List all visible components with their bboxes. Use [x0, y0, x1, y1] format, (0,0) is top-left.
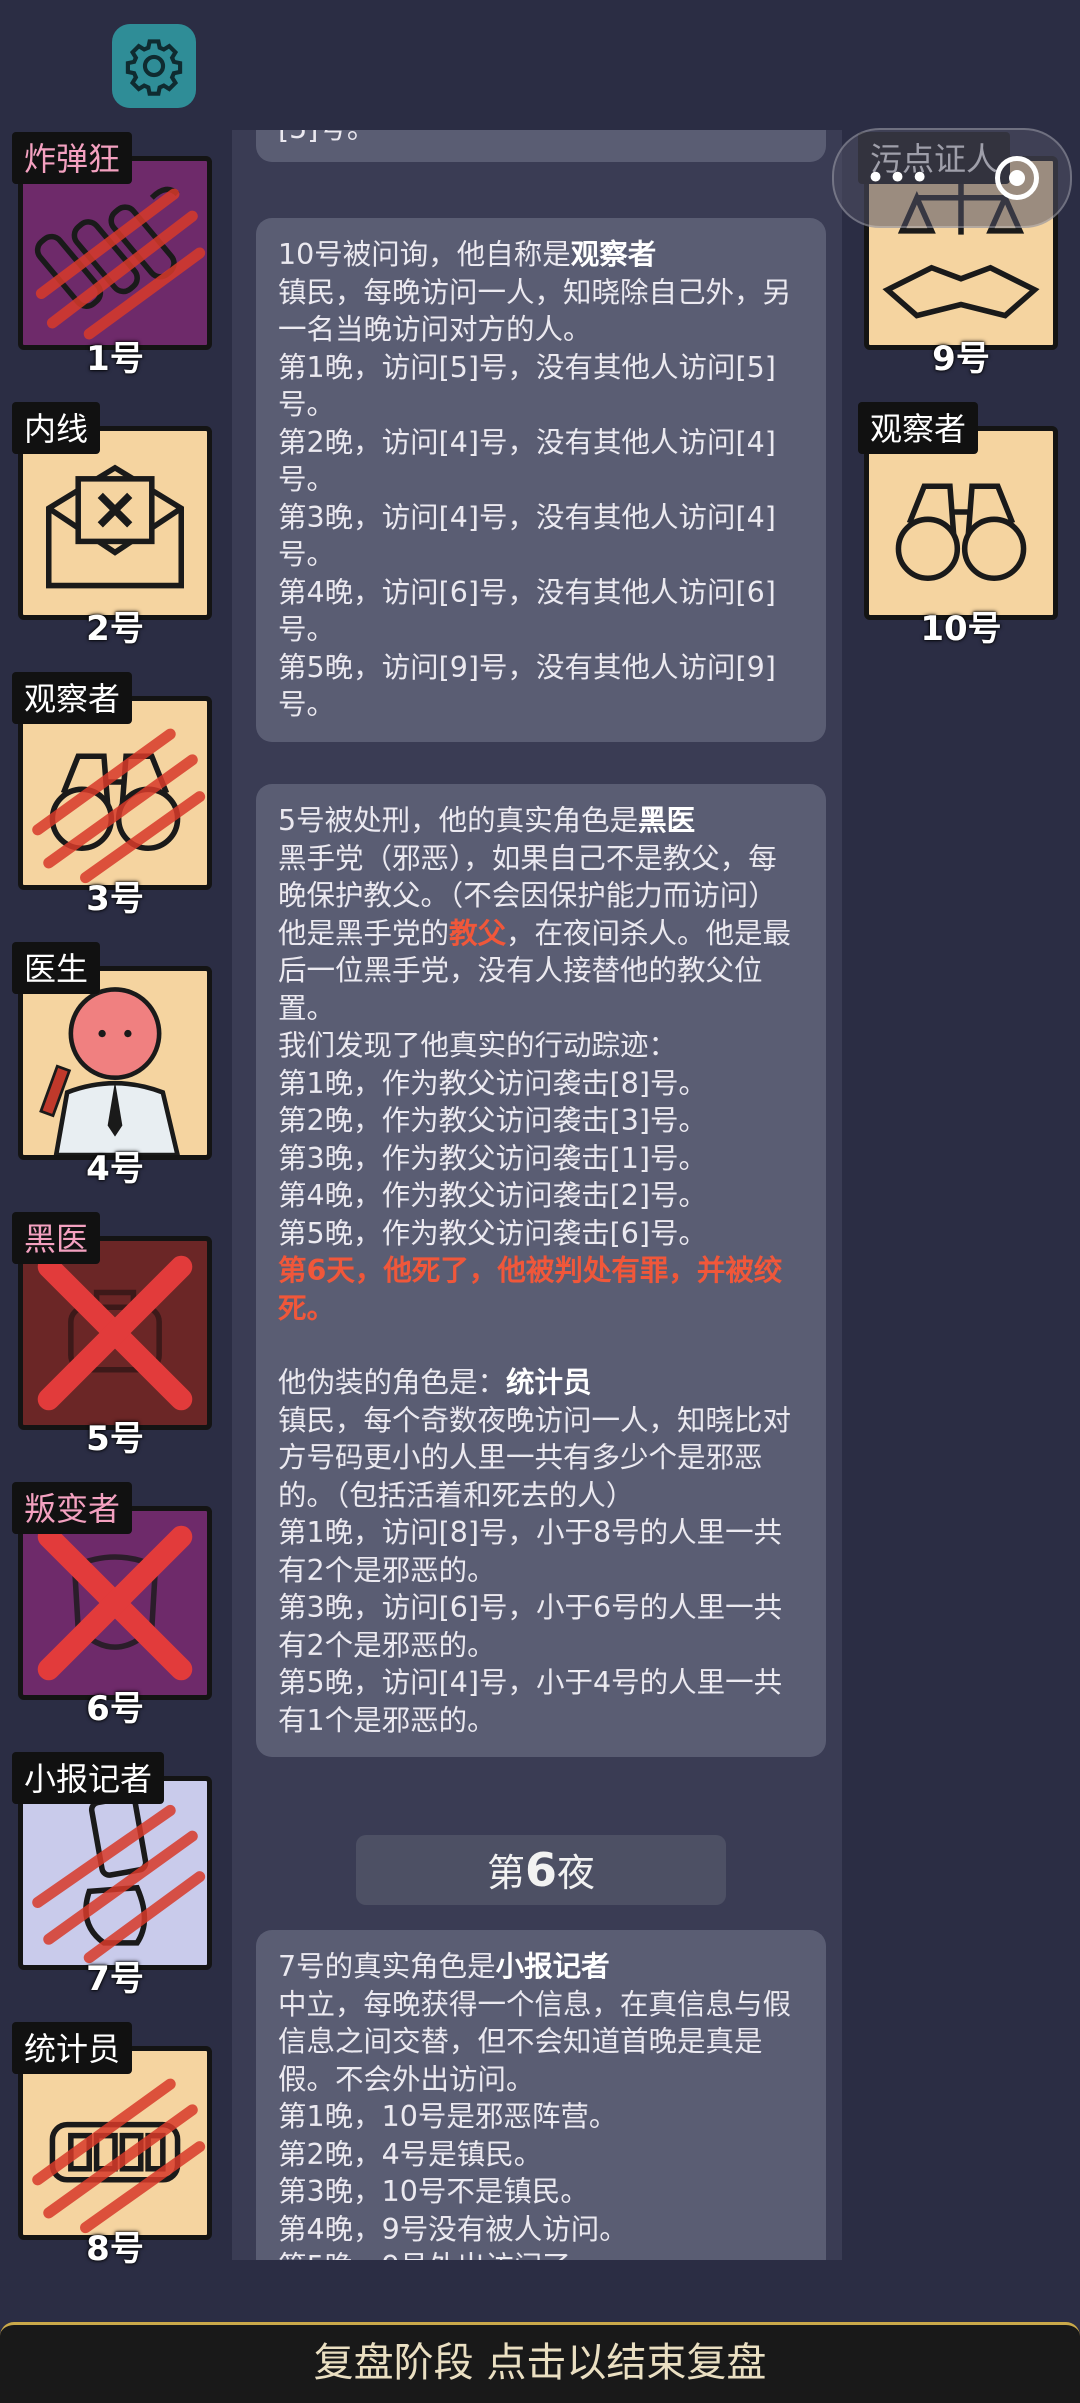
dead-x-icon: [37, 1255, 193, 1411]
lead-text: 10号被问询，他自称是: [278, 238, 571, 271]
fragment-text: [5]号。: [278, 130, 804, 148]
player-card-8[interactable]: 统计员 8号: [12, 2022, 218, 2269]
role-name: 小报记者: [495, 1950, 610, 1983]
tracks-intro: 我们发现了他真实的行动踪迹：: [278, 1029, 678, 1062]
night-suffix: 夜: [557, 1851, 596, 1895]
night-prefix: 第: [486, 1851, 525, 1895]
player-number: 5号: [86, 1419, 144, 1459]
player-card-6[interactable]: 叛变者 6号: [12, 1482, 218, 1729]
track-line: 第5晚，作为教父访问袭击[6]号。: [278, 1216, 708, 1250]
message-line: 第3晚，访问[4]号，没有其他人访问[4]号。: [278, 500, 776, 572]
death-notice: 第6天，他死了，他被判处有罪，并被绞死。: [278, 1254, 783, 1325]
message-line: 镇民，每个奇数夜晚访问一人，知晓比对方号码更小的人里一共有多少个是邪恶的。（包括…: [278, 1403, 792, 1512]
counter-icon: [32, 2078, 206, 2234]
game-log[interactable]: [5]号。 10号被问询，他自称是观察者 镇民，每晚访问一人，知晓除自己外，另一…: [232, 130, 842, 2260]
player-card-1[interactable]: 炸弹狂 1号: [12, 132, 218, 379]
doctor-icon: [39, 987, 180, 1155]
message-line: 第5晚，9号外出访问了。: [278, 2248, 804, 2260]
message-line: 第1晚，访问[5]号，没有其他人访问[5]号。: [278, 350, 776, 422]
role-label: 统计员: [12, 2022, 133, 2074]
player-card-3[interactable]: 观察者 3号: [12, 672, 218, 919]
night-divider: 第6夜: [356, 1835, 726, 1905]
role-description: 黑手党（邪恶），如果自己不是教父，每晚保护教父。（不会因保护能力而访问）: [278, 841, 777, 913]
message-line: 第2晚，4号是镇民。: [278, 2137, 543, 2171]
dead-x-icon: [37, 1525, 193, 1681]
role-label: 叛变者: [12, 1482, 133, 1534]
message-line: 第5晚，访问[9]号，没有其他人访问[9]号。: [278, 650, 776, 722]
message-line: 镇民，每晚访问一人，知晓除自己外，另一名当晚访问对方的人。: [278, 275, 792, 347]
track-line: 第3晚，作为教父访问袭击[1]号。: [278, 1141, 708, 1175]
message-line: 中立，每晚获得一个信息，在真信息与假信息之间交替，但不会知道首晚是真是假。不会外…: [278, 1987, 792, 2096]
miniprogram-capsule: •••: [832, 128, 1072, 228]
role-label: 黑医: [12, 1212, 101, 1264]
message-lead: 5号被处刑，他的真实角色是黑医: [278, 802, 804, 840]
fake-role-line: 他伪装的角色是：统计员: [278, 1364, 804, 1402]
role-name: 黑医: [638, 804, 696, 837]
godfather-line: 他是黑手党的教父，在夜间杀人。他是最后一位黑手党，没有人接替他的教父位置。: [278, 915, 804, 1028]
player-card-5[interactable]: 黑医 5号: [12, 1212, 218, 1459]
player-number: 7号: [86, 1959, 144, 1999]
role-name: 观察者: [570, 238, 657, 271]
envelope-x-icon: [46, 464, 184, 589]
track-line: 第1晚，作为教父访问袭击[8]号。: [278, 1066, 708, 1100]
godfather-pre: 他是黑手党的: [278, 916, 450, 950]
role-label: 炸弹狂: [12, 132, 133, 184]
log-message-fragment: [5]号。: [256, 130, 826, 162]
player-number: 9号: [932, 339, 990, 379]
message-line: 第3晚，访问[6]号，小于6号的人里一共有2个是邪恶的。: [278, 1591, 783, 1662]
player-number: 6号: [86, 1689, 144, 1729]
fake-role-name: 统计员: [506, 1366, 592, 1399]
role-label: 观察者: [858, 402, 979, 454]
player-card-4[interactable]: 医生 4号: [12, 942, 218, 1189]
message-line: 第1晚，访问[8]号，小于8号的人里一共有2个是邪恶的。: [278, 1516, 783, 1587]
message-lead: 10号被问询，他自称是观察者: [278, 236, 804, 274]
role-label: 观察者: [12, 672, 133, 724]
close-miniprogram-icon[interactable]: [994, 156, 1039, 200]
role-label: 医生: [12, 942, 101, 994]
player-number: 8号: [86, 2229, 144, 2269]
track-line: 第2晚，作为教父访问袭击[3]号。: [278, 1104, 708, 1137]
player-number: 1号: [86, 339, 144, 379]
binoculars-icon: [32, 728, 206, 884]
player-number: 2号: [86, 609, 144, 649]
log-message-observer: 10号被问询，他自称是观察者 镇民，每晚访问一人，知晓除自己外，另一名当晚访问对…: [256, 218, 826, 742]
godfather-role: 教父: [449, 916, 507, 950]
message-line: 第3晚，10号不是镇民。: [278, 2175, 589, 2208]
settings-button[interactable]: [112, 24, 196, 108]
message-line: 第2晚，访问[4]号，没有其他人访问[4]号。: [278, 425, 776, 497]
message-line: 第4晚，9号没有被人访问。: [278, 2212, 628, 2246]
player-card-10[interactable]: 观察者 10号: [858, 402, 1064, 649]
player-number: 3号: [86, 879, 144, 919]
night-number: 6: [524, 1843, 557, 1897]
player-number: 4号: [86, 1149, 144, 1189]
log-message-reporter: 7号的真实角色是小报记者 中立，每晚获得一个信息，在真信息与假信息之间交替，但不…: [256, 1930, 826, 2260]
binoculars-icon: [895, 483, 1027, 581]
gear-icon: [125, 39, 183, 96]
role-label: 内线: [12, 402, 101, 454]
message-line: 第1晚，10号是邪恶阵营。: [278, 2100, 618, 2133]
lead-text: 5号被处刑，他的真实角色是: [278, 804, 639, 837]
more-icon[interactable]: •••: [865, 161, 931, 195]
bomb-icon: [34, 186, 206, 340]
message-line: 第4晚，访问[6]号，没有其他人访问[6]号。: [278, 575, 776, 647]
track-line: 第4晚，作为教父访问袭击[2]号。: [278, 1179, 708, 1212]
fake-lead: 他伪装的角色是：: [278, 1366, 507, 1399]
lead-text: 7号的真实角色是: [278, 1950, 496, 1983]
player-card-2[interactable]: 内线 2号: [12, 402, 218, 649]
end-review-button[interactable]: 复盘阶段 点击以结束复盘: [0, 2322, 1080, 2403]
player-number: 10号: [920, 609, 1002, 649]
role-label: 小报记者: [12, 1752, 165, 1804]
log-message-execution: 5号被处刑，他的真实角色是黑医 黑手党（邪恶），如果自己不是教父，每晚保护教父。…: [256, 784, 826, 1757]
message-lead: 7号的真实角色是小报记者: [278, 1948, 804, 1986]
player-card-7[interactable]: 小报记者 7号: [12, 1752, 218, 1999]
message-line: 第5晚，访问[4]号，小于4号的人里一共有1个是邪恶的。: [278, 1666, 783, 1737]
newspaper-icon: [32, 1794, 206, 1964]
